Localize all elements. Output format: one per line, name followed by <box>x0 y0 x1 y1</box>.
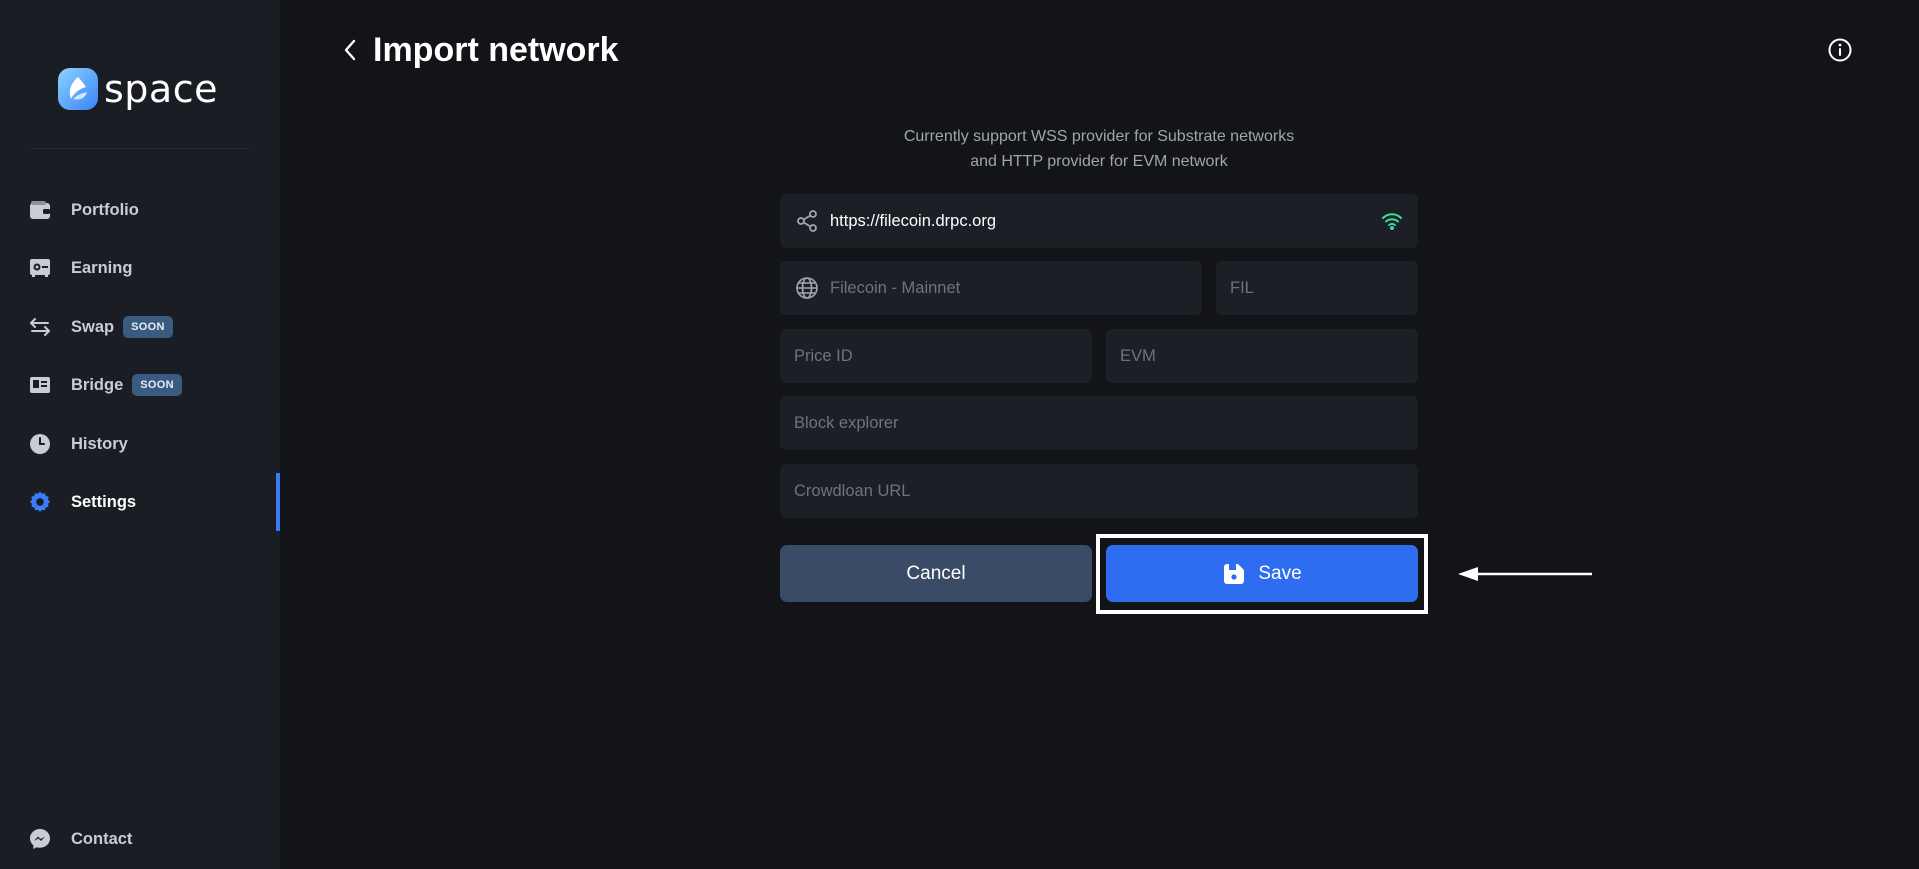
app-logo[interactable]: space <box>58 68 218 110</box>
sidebar-item-earning[interactable]: Earning <box>0 239 280 297</box>
sidebar-item-settings[interactable]: Settings <box>0 473 280 531</box>
block-explorer-field <box>780 396 1418 450</box>
sidebar-item-swap[interactable]: Swap SOON <box>0 298 280 356</box>
cancel-button[interactable]: Cancel <box>780 545 1092 602</box>
chevron-left-icon <box>344 39 356 61</box>
sidebar-item-portfolio[interactable]: Portfolio <box>0 181 280 239</box>
share-icon <box>794 208 820 234</box>
clock-icon <box>28 432 52 456</box>
crowdloan-url-input[interactable] <box>780 464 1418 518</box>
page-title: Import network <box>373 31 619 69</box>
block-explorer-input[interactable] <box>780 396 1418 450</box>
provider-support-text: Currently support WSS provider for Subst… <box>780 124 1418 174</box>
network-name-input[interactable] <box>820 261 1202 315</box>
provider-url-field <box>780 194 1418 248</box>
sidebar-item-label: Portfolio <box>71 200 139 219</box>
save-button-label: Save <box>1258 562 1302 584</box>
price-id-field <box>780 329 1092 383</box>
sidebar-item-label: Contact <box>71 829 133 848</box>
sidebar-item-label: Settings <box>71 492 137 511</box>
cancel-button-label: Cancel <box>906 562 966 584</box>
symbol-input[interactable] <box>1216 261 1418 315</box>
network-type-field <box>1106 329 1418 383</box>
safe-icon <box>28 256 52 280</box>
save-button[interactable]: Save <box>1106 545 1418 602</box>
support-line-2: and HTTP provider for EVM network <box>970 153 1228 170</box>
soon-badge: SOON <box>132 374 182 396</box>
bridge-card-icon <box>28 373 52 397</box>
provider-url-input[interactable] <box>820 194 1380 248</box>
symbol-field <box>1216 261 1418 315</box>
gear-icon <box>28 490 52 514</box>
sidebar-item-label: Earning <box>71 258 133 277</box>
wallet-icon <box>28 198 52 222</box>
pointer-arrow-icon <box>1458 567 1592 581</box>
support-line-1: Currently support WSS provider for Subst… <box>903 128 1295 145</box>
sidebar-item-label: Swap <box>71 317 115 336</box>
crowdloan-url-field <box>780 464 1418 518</box>
logo-icon <box>58 68 98 110</box>
globe-icon <box>794 275 820 301</box>
sidebar-item-contact[interactable]: Contact <box>0 810 280 868</box>
sidebar: space Portfolio Earning Swap SOON Bridge… <box>0 0 280 869</box>
info-button[interactable] <box>1827 37 1853 63</box>
back-button[interactable] <box>338 36 362 64</box>
sidebar-item-label: History <box>71 434 128 453</box>
floppy-disk-icon <box>1222 562 1246 586</box>
price-id-input[interactable] <box>780 329 1092 383</box>
messenger-icon <box>28 827 52 851</box>
logo-text: space <box>104 67 218 111</box>
sidebar-divider <box>30 148 250 149</box>
swap-arrows-icon <box>28 315 52 339</box>
wifi-connected-icon <box>1380 209 1404 233</box>
sidebar-item-history[interactable]: History <box>0 415 280 473</box>
soon-badge: SOON <box>123 316 173 338</box>
network-name-field <box>780 261 1202 315</box>
info-icon <box>1828 38 1852 62</box>
network-type-input[interactable] <box>1106 329 1418 383</box>
sidebar-item-label: Bridge <box>71 375 124 394</box>
sidebar-item-bridge[interactable]: Bridge SOON <box>0 356 280 414</box>
